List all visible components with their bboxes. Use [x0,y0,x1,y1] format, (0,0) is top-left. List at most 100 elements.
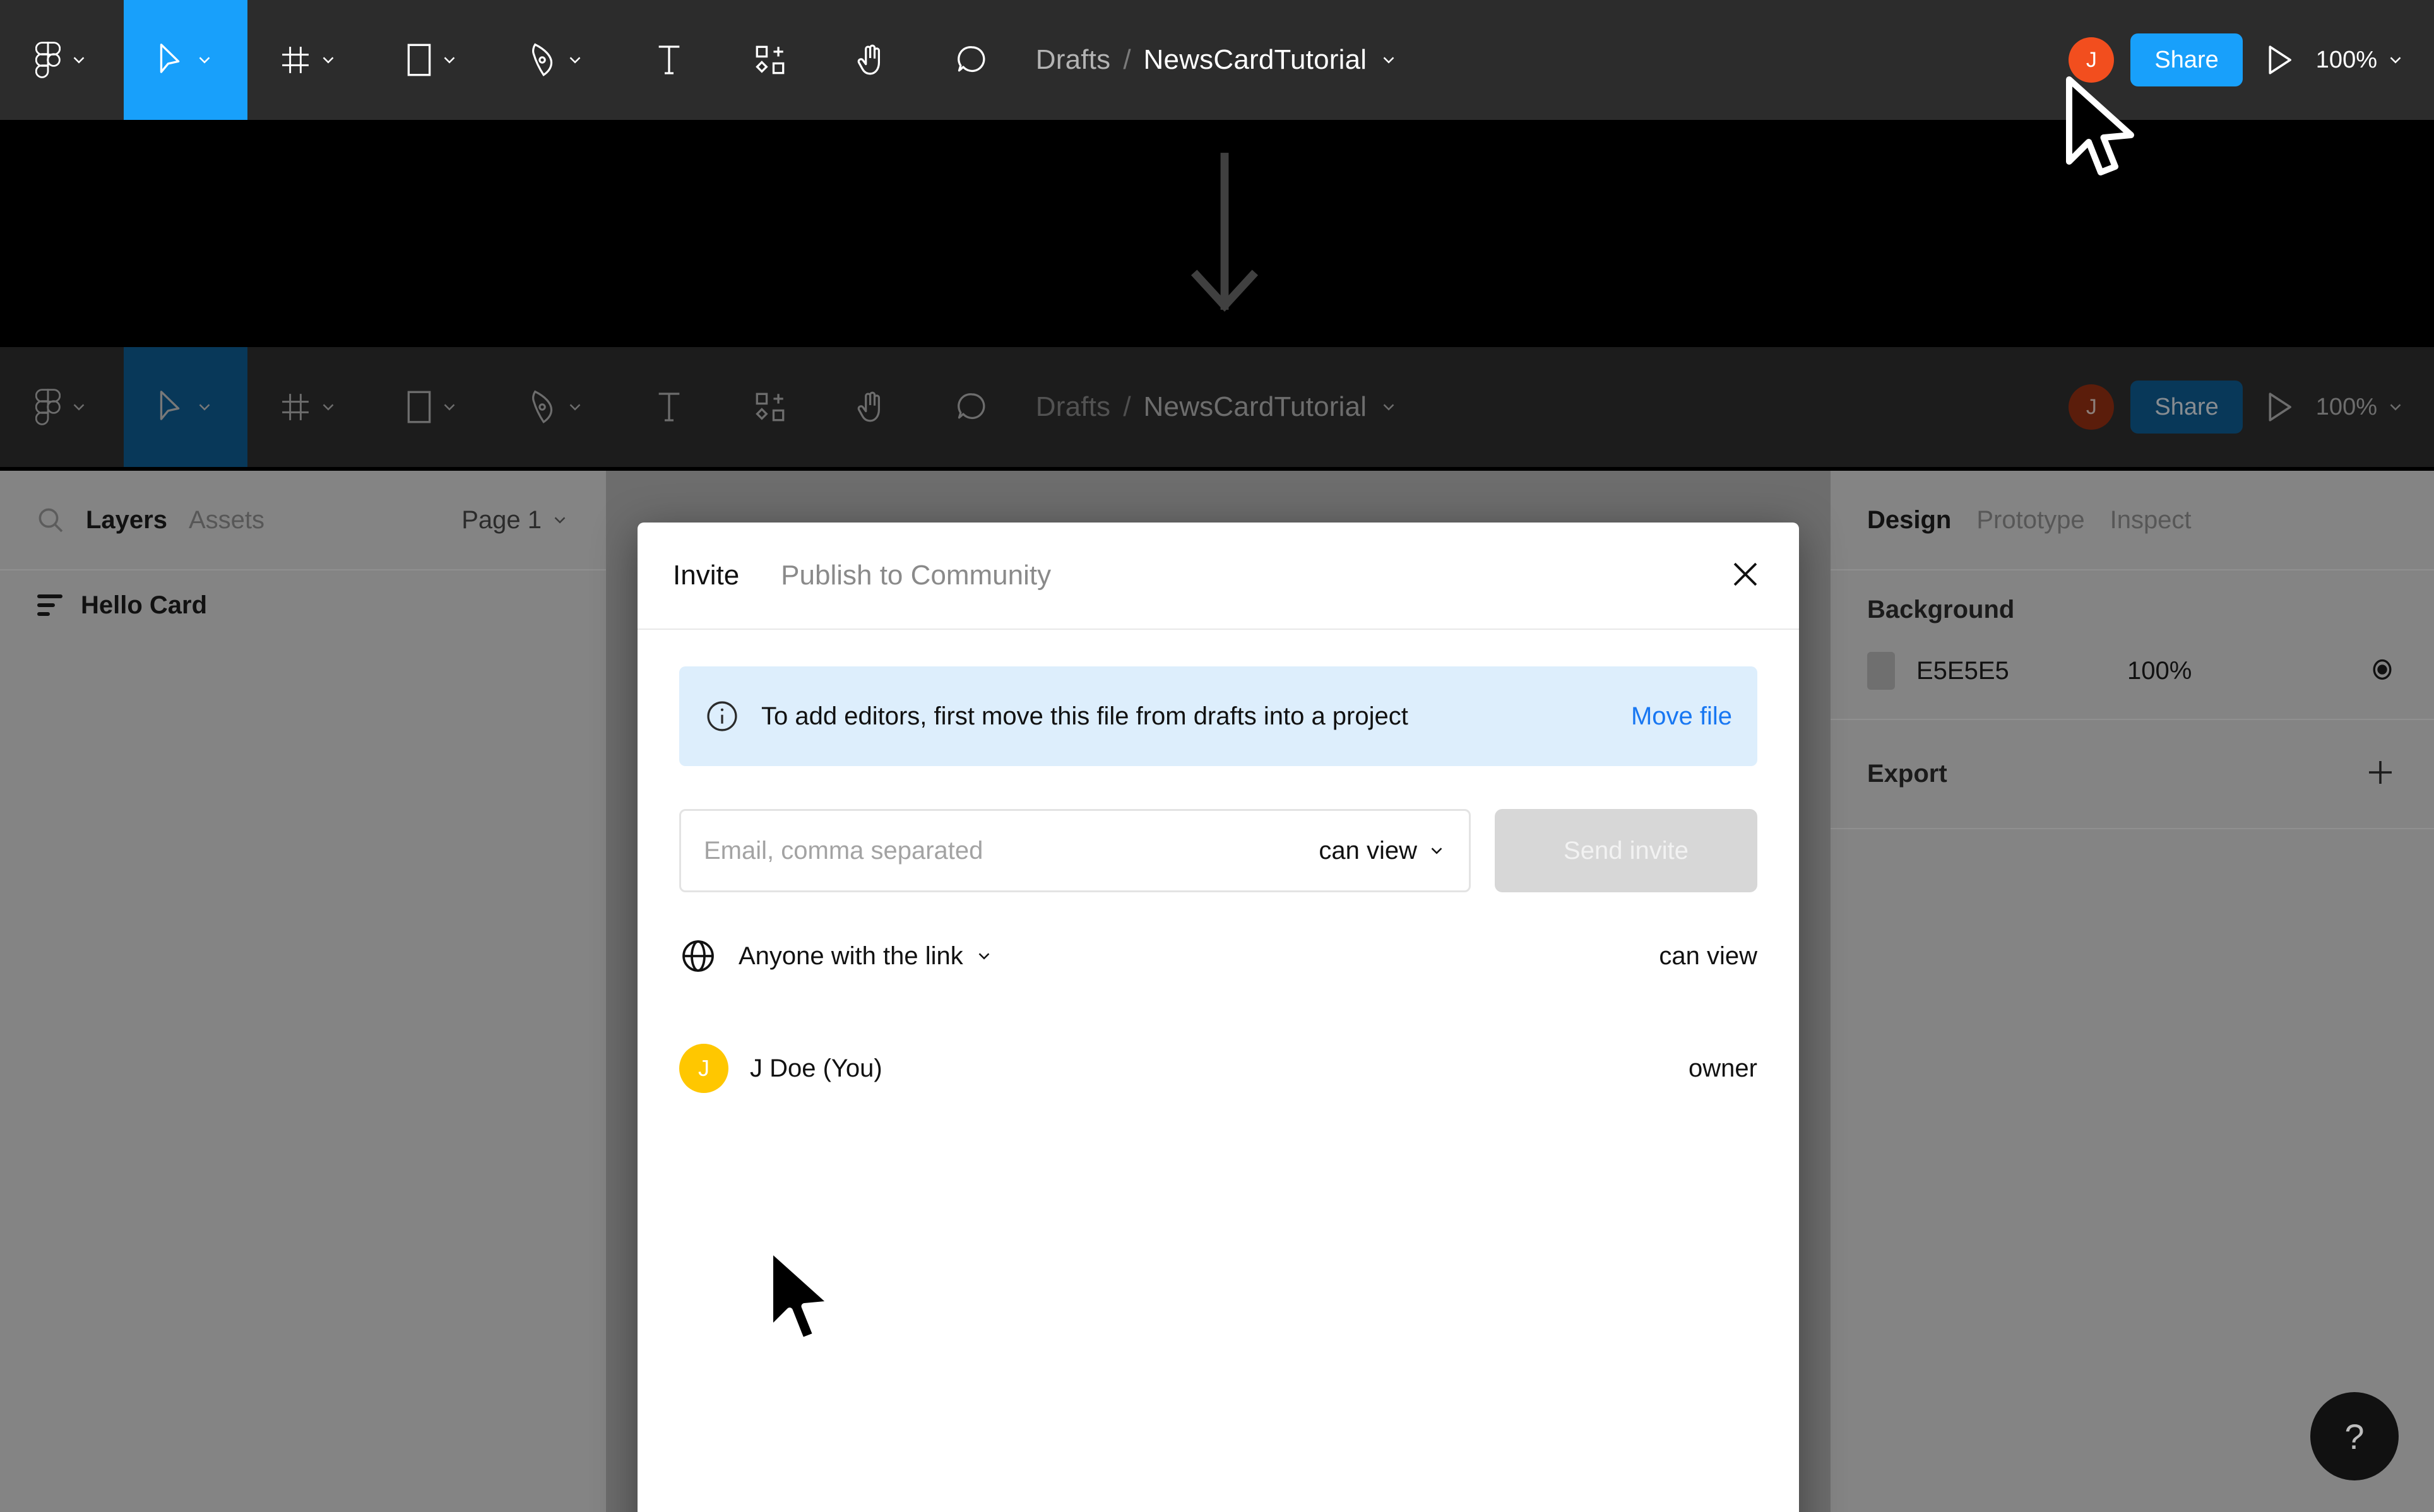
export-section: Export [1831,720,2434,829]
shape-tool-button-secondary[interactable] [371,347,495,467]
chevron-down-icon [444,404,455,411]
tab-publish-to-community[interactable]: Publish to Community [781,560,1051,591]
app-root: Drafts / NewsCardTutorial J Share 100% D… [0,0,2434,1512]
hand-icon [857,391,881,422]
play-icon [2269,45,2291,74]
chevron-down-icon[interactable] [1379,50,1398,69]
pen-tool-button-secondary[interactable] [495,347,619,467]
page-selector[interactable]: Page 1 [461,506,569,535]
background-section: Background E5E5E5 100% [1831,570,2434,720]
link-access-select[interactable]: Anyone with the link [739,942,994,971]
plus-icon [2369,761,2392,784]
color-swatch[interactable] [1867,652,1895,690]
move-tool-button[interactable] [124,0,247,120]
tab-layers[interactable]: Layers [86,506,167,535]
link-access-role: can view [1659,942,1757,970]
visibility-toggle[interactable] [2367,654,2397,688]
invite-permission-value: can view [1319,836,1417,865]
background-fill-row: E5E5E5 100% [1867,652,2397,690]
add-export-button[interactable] [2363,755,2397,793]
breadcrumb-separator: / [1123,44,1131,75]
shape-tool-button[interactable] [371,0,495,120]
toolbar-right-group-secondary: J Share 100% [2069,347,2405,467]
chevron-down-icon[interactable] [1379,398,1398,416]
tab-inspect[interactable]: Inspect [2110,506,2192,535]
present-button[interactable] [2259,387,2300,427]
figma-logo-button-secondary[interactable] [0,347,124,467]
zoom-control[interactable]: 100% [2316,394,2405,421]
search-icon[interactable] [37,506,64,534]
pen-icon [532,390,553,423]
frame-tool-button[interactable] [247,0,371,120]
frame-layer-icon [37,594,62,616]
user-name: J Doe (You) [750,1054,882,1082]
breadcrumb-filename[interactable]: NewsCardTutorial [1144,391,1367,423]
frame-tool-button-secondary[interactable] [247,347,371,467]
pen-tool-button[interactable] [495,0,619,120]
text-icon [658,393,680,422]
export-section-title: Export [1867,760,1947,788]
frame-icon [282,47,309,73]
chevron-down-icon [2390,57,2401,64]
cursor-arrow-icon [160,44,180,73]
chevron-down-icon [199,404,210,411]
right-panel: Design Prototype Inspect Background E5E5… [1831,471,2434,1512]
rectangle-icon [407,391,431,423]
chevron-down-icon [323,57,334,64]
tab-prototype[interactable]: Prototype [1976,506,2084,535]
tab-design[interactable]: Design [1867,506,1951,535]
banner-text: To add editors, first move this file fro… [761,702,1408,730]
link-access-label: Anyone with the link [739,942,963,970]
left-panel-tabs: Layers Assets Page 1 [0,471,606,570]
breadcrumb-project[interactable]: Drafts [1036,391,1111,423]
toolbar-primary: Drafts / NewsCardTutorial J Share 100% [0,0,2434,120]
access-row-user: J J Doe (You) owner [679,1020,1757,1117]
chevron-down-icon [73,404,85,411]
tab-invite[interactable]: Invite [673,560,739,591]
text-tool-button[interactable] [619,0,720,120]
chevron-down-icon [323,404,334,411]
text-tool-button-secondary[interactable] [619,347,720,467]
share-modal-body: To add editors, first move this file fro… [638,630,1799,1117]
breadcrumb-project[interactable]: Drafts [1036,44,1111,76]
rectangle-icon [407,44,431,76]
resources-tool-button[interactable] [720,0,821,120]
chevron-down-icon [73,57,85,64]
access-row-anyone-with-link: Anyone with the link can view [679,907,1757,1005]
move-tool-button-secondary[interactable] [124,347,247,467]
move-file-link[interactable]: Move file [1631,702,1732,731]
cursor-arrow-icon [160,391,180,420]
hand-tool-button-secondary[interactable] [821,347,922,467]
background-section-title: Background [1867,596,2015,623]
close-button[interactable] [1727,556,1764,596]
share-button[interactable]: Share [2130,381,2243,434]
app-body: Layers Assets Page 1 Hello Card Design P… [0,471,2434,1512]
avatar[interactable]: J [2069,37,2115,83]
background-opacity-value[interactable]: 100% [2127,657,2192,685]
globe-icon [682,940,714,972]
pen-icon [532,43,553,76]
resources-tool-button-secondary[interactable] [720,347,821,467]
text-icon [658,45,680,74]
tab-assets[interactable]: Assets [189,506,264,535]
avatar[interactable]: J [2069,384,2115,430]
layer-item-hello-card[interactable]: Hello Card [0,570,606,640]
share-button[interactable]: Share [2130,33,2243,86]
components-icon [756,45,785,74]
annotation-arrow [1187,151,1262,322]
send-invite-button[interactable]: Send invite [1495,809,1757,892]
figma-logo-button[interactable] [0,0,124,120]
background-hex-value[interactable]: E5E5E5 [1916,657,2106,685]
present-button[interactable] [2259,40,2300,80]
chevron-down-icon [444,57,455,64]
hand-tool-button[interactable] [821,0,922,120]
comment-tool-button-secondary[interactable] [922,347,1023,467]
zoom-level: 100% [2315,46,2377,73]
comment-tool-button[interactable] [922,0,1023,120]
help-button[interactable]: ? [2310,1392,2399,1480]
invite-permission-select[interactable]: can view [1319,837,1446,865]
zoom-control[interactable]: 100% [2316,47,2405,74]
breadcrumb-filename[interactable]: NewsCardTutorial [1144,44,1367,76]
comment-bubble-icon [958,393,985,420]
email-input[interactable] [704,836,1319,865]
